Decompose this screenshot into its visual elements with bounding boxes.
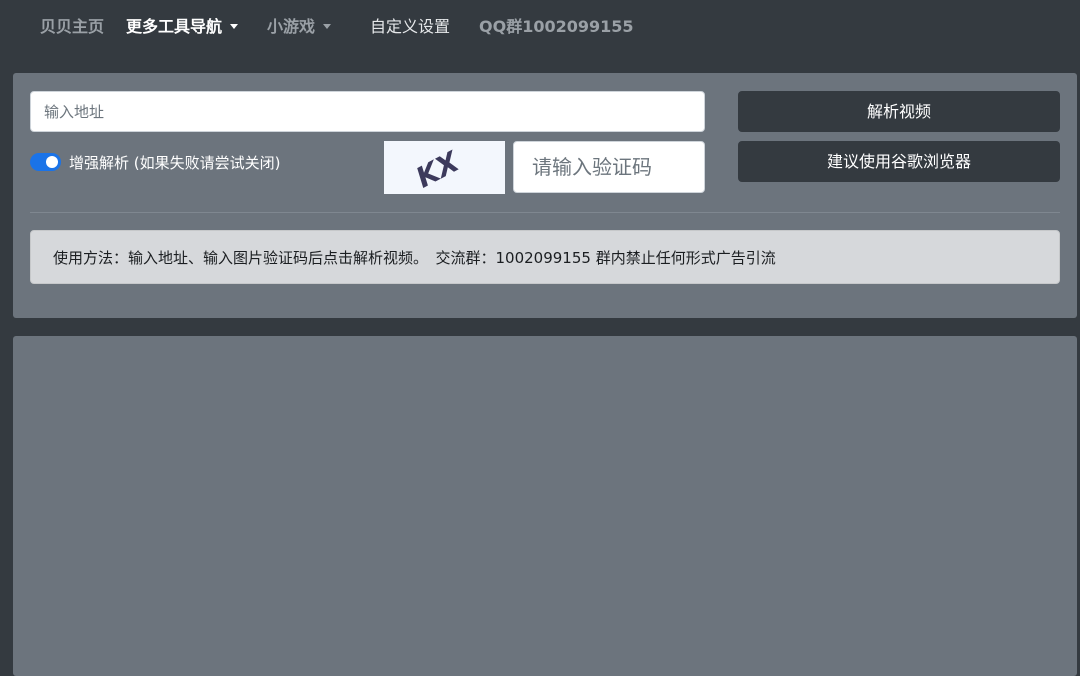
nav-qq-group-link[interactable]: QQ群1002099155 xyxy=(479,16,634,38)
nav-tools-dropdown[interactable]: 更多工具导航 xyxy=(126,16,239,38)
usage-text: 使用方法：输入地址、输入图片验证码后点击解析视频。 交流群：1002099155… xyxy=(53,249,776,267)
nav-tools-label: 更多工具导航 xyxy=(126,17,223,36)
divider xyxy=(30,212,1060,213)
use-chrome-button[interactable]: 建议使用谷歌浏览器 xyxy=(738,141,1060,182)
enhance-parse-label[interactable]: 增强解析 (如果失败请尝试关闭) xyxy=(69,152,280,174)
caret-down-icon xyxy=(230,24,239,29)
caret-down-icon xyxy=(323,24,332,29)
captcha-text: KX xyxy=(411,144,466,194)
enhance-parse-toggle[interactable] xyxy=(30,153,61,171)
video-player-area xyxy=(13,336,1077,676)
captcha-glyphs: KX xyxy=(411,144,466,194)
nav-home-link[interactable]: 贝贝主页 xyxy=(40,16,104,38)
usage-alert: 使用方法：输入地址、输入图片验证码后点击解析视频。 交流群：1002099155… xyxy=(30,230,1060,284)
url-input[interactable] xyxy=(30,91,705,132)
toggle-knob xyxy=(46,156,58,168)
captcha-input[interactable] xyxy=(513,141,705,193)
parse-video-button[interactable]: 解析视频 xyxy=(738,91,1060,132)
nav-games-label: 小游戏 xyxy=(267,17,316,36)
nav-games-dropdown[interactable]: 小游戏 xyxy=(267,16,332,38)
nav-settings-link[interactable]: 自定义设置 xyxy=(370,16,450,38)
captcha-image[interactable]: KX xyxy=(384,141,505,194)
top-navbar: 贝贝主页 更多工具导航 小游戏 自定义设置 QQ群1002099155 xyxy=(0,0,1080,56)
